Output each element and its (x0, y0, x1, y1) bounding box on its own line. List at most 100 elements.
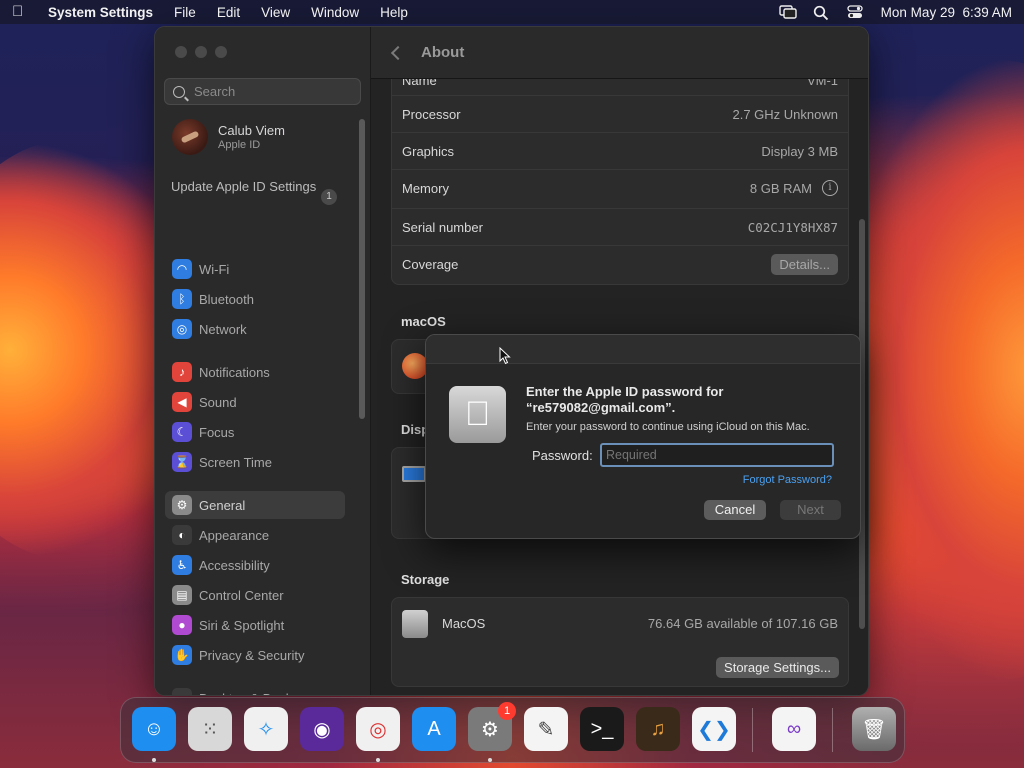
window-controls (175, 46, 227, 58)
control-center-icon: ▤ (172, 585, 192, 605)
info-icon[interactable]: i (822, 180, 838, 196)
storage-settings-button[interactable]: Storage Settings... (716, 657, 839, 678)
launchpad-icon[interactable]: ⁙ (188, 707, 232, 751)
sidebar-item-general[interactable]: ⚙ General (165, 491, 345, 519)
hand-icon: ✋ (172, 645, 192, 665)
hard-drive-icon (402, 609, 428, 638)
close-button[interactable] (175, 46, 187, 58)
trash-icon[interactable]: 🗑 (852, 707, 896, 751)
sidebar-search-field[interactable]: Search (164, 78, 361, 105)
sidebar-item-privacy-security[interactable]: ✋ Privacy & Security (165, 641, 345, 669)
avatar (172, 119, 208, 155)
running-indicator (376, 758, 380, 762)
sidebar-item-label: Bluetooth (199, 291, 254, 307)
password-label: Password: (532, 448, 593, 463)
accessibility-icon: ♿ (172, 555, 192, 575)
about-info-card: Name VM-1 Processor 2.7 GHz Unknown Grap… (391, 67, 849, 285)
processor-label: Processor (402, 106, 461, 122)
menu-app-name[interactable]: System Settings (48, 5, 153, 20)
chrome-icon[interactable]: ◎ (356, 707, 400, 751)
sidebar-item-control-center[interactable]: ▤ Control Center (165, 581, 345, 609)
apple-menu-icon[interactable]:  (12, 4, 26, 20)
sidebar-item-desktop-dock[interactable]: ▭ Desktop & Dock (165, 684, 345, 696)
menu-clock[interactable]: Mon May 29 6:39 AM (881, 5, 1012, 20)
memory-value: 8 GB RAM (749, 180, 812, 196)
content-titlebar: About (371, 27, 868, 79)
sidebar-item-label: Appearance (199, 527, 270, 543)
app-store-icon[interactable]: A (412, 707, 456, 751)
sidebar-scrollbar[interactable] (359, 119, 365, 419)
moon-icon: ☾ (172, 422, 192, 442)
control-center-icon[interactable] (847, 5, 863, 19)
sidebar-item-network[interactable]: ◎ Network (165, 315, 345, 343)
details-button[interactable]: Details... (771, 253, 838, 275)
storage-row: MacOS 76.64 GB available of 107.16 GB (392, 605, 848, 642)
sidebar-item-label: Desktop & Dock (199, 691, 292, 696)
menu-edit[interactable]: Edit (217, 5, 240, 20)
hourglass-icon: ⌛ (172, 452, 192, 472)
firefox-icon[interactable]: ◉ (300, 707, 344, 751)
sidebar-item-focus[interactable]: ☾ Focus (165, 418, 345, 446)
dock-separator (752, 708, 753, 752)
about-row-processor: Processor 2.7 GHz Unknown (392, 95, 848, 132)
sidebar-item-label: Network (199, 321, 247, 337)
sidebar-item-accessibility[interactable]: ♿ Accessibility (165, 551, 345, 579)
visual-studio-icon[interactable]: ∞ (772, 707, 816, 751)
cancel-button[interactable]: Cancel (704, 500, 766, 520)
serial-value: C02CJ1Y8HX87 (747, 219, 838, 235)
dock-separator (832, 708, 833, 752)
sidebar-item-label: Privacy & Security (199, 647, 305, 663)
spotlight-search-icon[interactable] (813, 5, 829, 21)
terminal-icon[interactable]: >_ (580, 707, 624, 751)
apple-id-profile[interactable]: Calub Viem Apple ID (172, 119, 285, 155)
mouse-cursor-icon (499, 347, 511, 365)
next-button[interactable]: Next (780, 500, 841, 520)
dialog-heading-line1: Enter the Apple ID password for (526, 384, 724, 399)
coverage-label: Coverage (402, 256, 459, 272)
dialog-heading-line2: “re579082@gmail.com”. (526, 400, 676, 415)
vscode-icon[interactable]: ❮❯ (692, 707, 736, 751)
appearance-icon: ◐ (172, 525, 192, 545)
menu-view[interactable]: View (261, 5, 290, 20)
menu-file[interactable]: File (174, 5, 196, 20)
apple-id-password-dialog:  Enter the Apple ID password for “re579… (425, 334, 861, 539)
display-icon (402, 466, 426, 482)
siri-icon: ● (172, 615, 192, 635)
menu-help[interactable]: Help (380, 5, 408, 20)
sidebar-item-label: Siri & Spotlight (199, 617, 285, 633)
sidebar-item-bluetooth[interactable]: ᛒ Bluetooth (165, 285, 345, 313)
back-chevron-icon[interactable] (390, 45, 406, 60)
processor-value: 2.7 GHz Unknown (732, 106, 839, 122)
sidebar-item-appearance[interactable]: ◐ Appearance (165, 521, 345, 549)
sidebar-item-sound[interactable]: ◀ Sound (165, 388, 345, 416)
sidebar-item-label: Screen Time (199, 454, 272, 470)
page-title: About (421, 44, 465, 61)
running-indicator (152, 758, 156, 762)
speaker-icon: ◀ (172, 392, 192, 412)
forgot-password-link[interactable]: Forgot Password? (743, 474, 832, 486)
screen-mirroring-icon[interactable] (778, 5, 797, 19)
minimize-button[interactable] (195, 46, 207, 58)
about-row-serial: Serial number C02CJ1Y8HX87 (392, 208, 848, 245)
memory-label: Memory (402, 180, 449, 196)
graphics-value: Display 3 MB (761, 143, 838, 159)
zoom-button[interactable] (215, 46, 227, 58)
sidebar: Search Calub Viem Apple ID Update Apple … (155, 27, 371, 695)
sidebar-item-notifications[interactable]: ♪ Notifications (165, 358, 345, 386)
sidebar-item-siri-spotlight[interactable]: ● Siri & Spotlight (165, 611, 345, 639)
update-apple-id-settings[interactable]: Update Apple ID Settings (171, 179, 341, 195)
garageband-icon[interactable]: ♫ (636, 707, 680, 751)
dialog-titlebar (426, 335, 860, 364)
system-settings-badge: 1 (498, 702, 516, 720)
password-field[interactable] (600, 443, 834, 467)
running-indicator (488, 758, 492, 762)
sidebar-item-label: Sound (199, 394, 237, 410)
dialog-heading: Enter the Apple ID password for “re57908… (526, 384, 846, 416)
sidebar-item-screen-time[interactable]: ⌛ Screen Time (165, 448, 345, 476)
gear-icon: ⚙ (172, 495, 192, 515)
finder-icon[interactable]: ☺ (132, 707, 176, 751)
menu-window[interactable]: Window (311, 5, 359, 20)
safari-icon[interactable]: ✧ (244, 707, 288, 751)
sidebar-item-wi-fi[interactable]: ◠ Wi-Fi (165, 255, 345, 283)
textedit-icon[interactable]: ✎ (524, 707, 568, 751)
